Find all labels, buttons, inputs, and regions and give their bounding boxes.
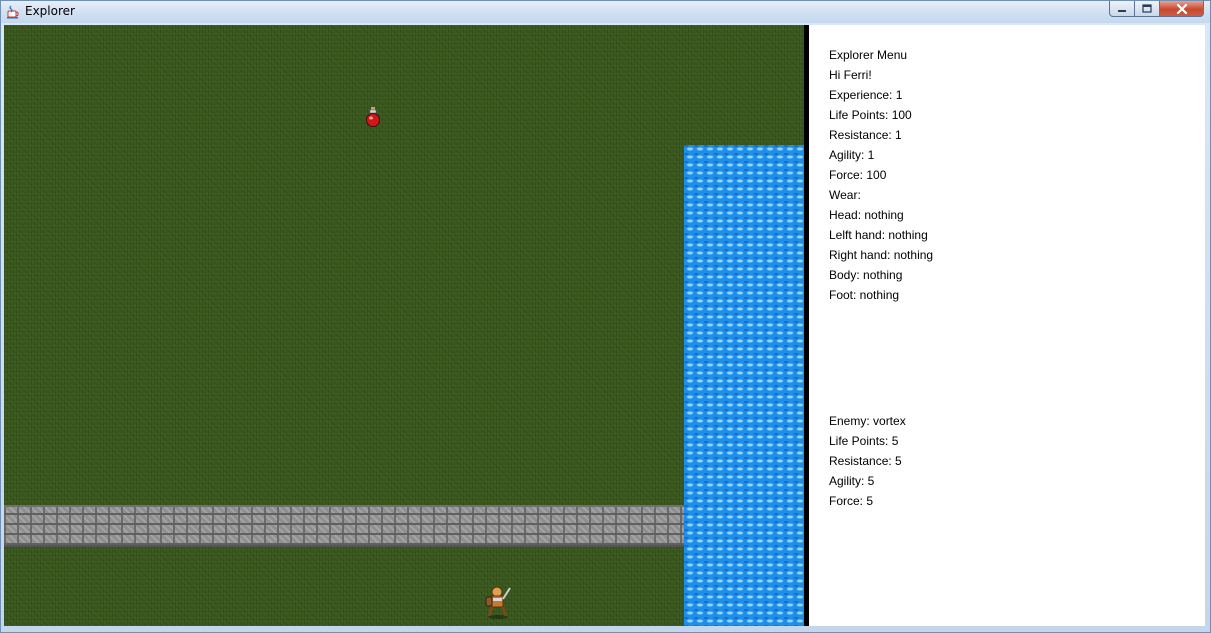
- life-points-stat: Life Points: 100: [829, 108, 912, 122]
- explorer-menu-panel: Explorer Menu Hi Ferri! Experience: 1 Li…: [809, 25, 1205, 626]
- close-icon: [1176, 3, 1187, 14]
- explorer-window: Explorer Explorer Menu Hi Ferri! Experie…: [0, 0, 1211, 633]
- left-hand-slot: Lelft hand: nothing: [829, 228, 928, 242]
- enemy-resistance: Resistance: 5: [829, 454, 902, 468]
- enemy-name: Enemy: vortex: [829, 414, 906, 428]
- game-map[interactable]: [4, 25, 804, 626]
- stone-wall: [4, 505, 684, 547]
- player-warrior-sprite[interactable]: [484, 585, 512, 619]
- agility-stat: Agility: 1: [829, 148, 875, 162]
- enemy-life-points: Life Points: 5: [829, 434, 899, 448]
- resistance-stat: Resistance: 1: [829, 128, 902, 142]
- window-title: Explorer: [25, 4, 75, 18]
- enemy-agility: Agility: 5: [829, 474, 875, 488]
- foot-slot: Foot: nothing: [829, 288, 900, 302]
- enemy-stats: Enemy: vortex Life Points: 5 Resistance:…: [829, 411, 906, 511]
- menu-title: Explorer Menu: [829, 48, 908, 62]
- minimize-icon: [1118, 9, 1126, 12]
- minimize-button[interactable]: [1109, 1, 1135, 17]
- red-potion-icon[interactable]: [364, 105, 382, 129]
- force-stat: Force: 100: [829, 168, 887, 182]
- enemy-force: Force: 5: [829, 494, 874, 508]
- wear-heading: Wear:: [829, 188, 861, 202]
- head-slot: Head: nothing: [829, 208, 904, 222]
- maximize-icon: [1142, 4, 1152, 13]
- experience-stat: Experience: 1: [829, 88, 903, 102]
- window-controls: [1109, 1, 1204, 17]
- java-cup-icon: [7, 5, 19, 19]
- greeting: Hi Ferri!: [829, 68, 872, 82]
- maximize-button[interactable]: [1135, 1, 1160, 17]
- body-slot: Body: nothing: [829, 268, 903, 282]
- title-bar[interactable]: Explorer: [1, 1, 1210, 23]
- right-hand-slot: Right hand: nothing: [829, 248, 934, 262]
- player-stats: Explorer Menu Hi Ferri! Experience: 1 Li…: [829, 45, 933, 305]
- close-button[interactable]: [1160, 1, 1204, 17]
- water-tiles: [684, 145, 804, 626]
